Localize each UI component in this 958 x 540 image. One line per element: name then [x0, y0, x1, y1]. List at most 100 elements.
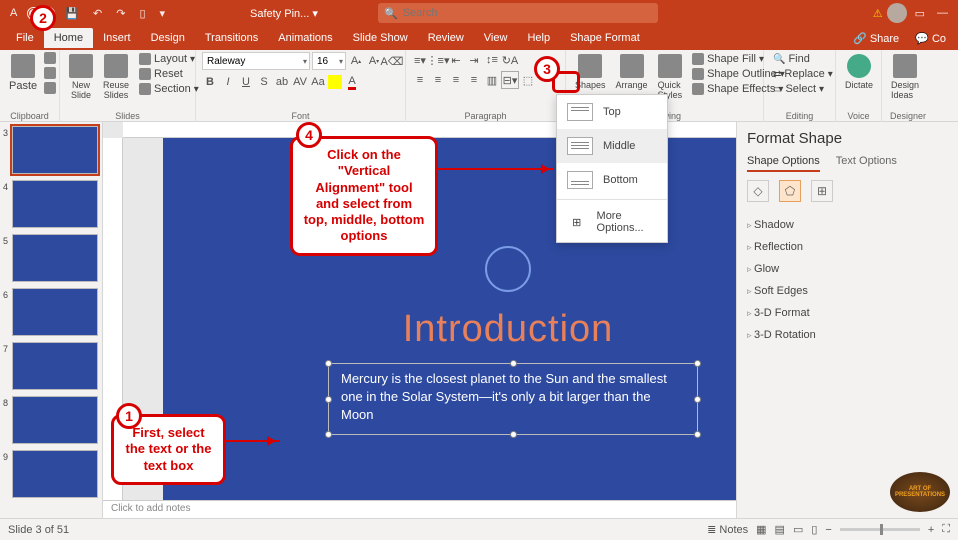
format-section-3-d-rotation[interactable]: 3-D Rotation: [747, 324, 948, 346]
font-family-combo[interactable]: Raleway: [202, 52, 310, 70]
present-icon[interactable]: ▯: [135, 5, 149, 22]
tab-review[interactable]: Review: [418, 28, 474, 48]
document-name[interactable]: Safety Pin... ▾: [250, 7, 318, 20]
find-button[interactable]: 🔍 Find: [770, 52, 836, 66]
align-right-button[interactable]: ≡: [448, 72, 464, 88]
redo-icon[interactable]: ↷: [112, 5, 129, 22]
format-section-glow[interactable]: Glow: [747, 258, 948, 280]
thumbnail-slide-9[interactable]: 9: [2, 450, 100, 498]
textbox-content[interactable]: Mercury is the closest planet to the Sun…: [329, 364, 697, 431]
undo-icon[interactable]: ↶: [89, 5, 106, 22]
align-bottom-option[interactable]: Bottom: [557, 163, 667, 197]
numbering-button[interactable]: ⋮≡▾: [430, 52, 446, 68]
notes-bar[interactable]: Click to add notes: [103, 500, 736, 518]
clear-format-icon[interactable]: A⌫: [384, 53, 400, 69]
align-middle-option[interactable]: Middle: [557, 129, 667, 163]
shape-options-tab[interactable]: Shape Options: [747, 155, 820, 172]
view-slideshow-icon[interactable]: ▯: [811, 523, 817, 536]
font-size-combo[interactable]: 16: [312, 52, 346, 70]
indent-left-button[interactable]: ⇤: [448, 52, 464, 68]
warning-icon[interactable]: ⚠: [873, 7, 883, 20]
shadow-button[interactable]: ab: [274, 74, 290, 90]
design-ideas-button[interactable]: Design Ideas: [888, 52, 922, 102]
format-section-3-d-format[interactable]: 3-D Format: [747, 302, 948, 324]
tab-animations[interactable]: Animations: [268, 28, 342, 48]
strike-button[interactable]: S: [256, 74, 272, 90]
vertical-align-button[interactable]: ⊟▾: [502, 72, 518, 88]
comments-button[interactable]: 💬 Co: [909, 28, 952, 49]
reset-button[interactable]: Reset: [136, 67, 202, 81]
format-section-shadow[interactable]: Shadow: [747, 214, 948, 236]
fit-window-button[interactable]: ⛶: [942, 523, 950, 536]
thumbnail-slide-7[interactable]: 7: [2, 342, 100, 390]
format-section-soft-edges[interactable]: Soft Edges: [747, 280, 948, 302]
tab-file[interactable]: File: [6, 28, 44, 48]
italic-button[interactable]: I: [220, 74, 236, 90]
selected-textbox[interactable]: Mercury is the closest planet to the Sun…: [328, 363, 698, 435]
size-props-icon[interactable]: ⊞: [811, 180, 833, 202]
search-input[interactable]: [403, 7, 652, 19]
thumbnail-slide-4[interactable]: 4: [2, 180, 100, 228]
slide-thumbnails[interactable]: 3 4 5 6 7 8 9: [0, 122, 103, 518]
highlight-button[interactable]: [328, 75, 342, 89]
align-left-button[interactable]: ≡: [412, 72, 428, 88]
align-center-button[interactable]: ≡: [430, 72, 446, 88]
view-normal-icon[interactable]: ▦: [756, 523, 766, 536]
view-reading-icon[interactable]: ▭: [793, 523, 803, 536]
select-button[interactable]: ▭ Select ▾: [770, 82, 836, 96]
thumbnail-slide-3[interactable]: 3: [2, 126, 100, 174]
thumbnail-slide-6[interactable]: 6: [2, 288, 100, 336]
layout-button[interactable]: Layout ▾: [136, 52, 202, 66]
line-spacing-button[interactable]: ↕≡: [484, 52, 500, 68]
thumbnail-slide-5[interactable]: 5: [2, 234, 100, 282]
underline-button[interactable]: U: [238, 74, 254, 90]
new-slide-button[interactable]: New Slide: [66, 52, 96, 102]
section-button[interactable]: Section ▾: [136, 82, 202, 96]
tab-shape-format[interactable]: Shape Format: [560, 28, 650, 48]
zoom-in-button[interactable]: +: [928, 524, 934, 536]
cut-icon[interactable]: [44, 52, 56, 64]
font-color-button[interactable]: A: [344, 74, 360, 90]
fill-line-icon[interactable]: ◇: [747, 180, 769, 202]
minimize-icon[interactable]: —: [933, 5, 952, 21]
save-icon[interactable]: 💾: [61, 5, 83, 22]
dictate-button[interactable]: Dictate: [842, 52, 876, 92]
user-avatar[interactable]: [887, 3, 907, 23]
tab-design[interactable]: Design: [141, 28, 195, 48]
autosave-toggle[interactable]: A: [6, 5, 21, 21]
grow-font-icon[interactable]: A▴: [348, 53, 364, 69]
columns-button[interactable]: ▥: [484, 72, 500, 88]
tab-insert[interactable]: Insert: [93, 28, 141, 48]
arrange-button[interactable]: Arrange: [613, 52, 651, 92]
search-box[interactable]: 🔍: [378, 3, 658, 23]
copy-icon[interactable]: [44, 67, 56, 79]
ribbon-options-icon[interactable]: ▭: [911, 5, 929, 22]
slide-title[interactable]: Introduction: [163, 308, 736, 351]
tab-home[interactable]: Home: [44, 28, 93, 48]
paste-button[interactable]: Paste: [6, 52, 40, 94]
format-section-reflection[interactable]: Reflection: [747, 236, 948, 258]
tab-slideshow[interactable]: Slide Show: [343, 28, 418, 48]
notes-toggle[interactable]: ≣ Notes: [707, 523, 748, 536]
indent-right-button[interactable]: ⇥: [466, 52, 482, 68]
align-more-options[interactable]: ⊞More Options...: [557, 202, 667, 242]
zoom-out-button[interactable]: −: [825, 524, 831, 536]
reuse-slides-button[interactable]: Reuse Slides: [100, 52, 132, 102]
align-top-option[interactable]: Top: [557, 95, 667, 129]
thumbnail-slide-8[interactable]: 8: [2, 396, 100, 444]
spacing-button[interactable]: AV: [292, 74, 308, 90]
tab-transitions[interactable]: Transitions: [195, 28, 268, 48]
tab-help[interactable]: Help: [517, 28, 560, 48]
text-direction-button[interactable]: ↻A: [502, 52, 518, 68]
tab-view[interactable]: View: [474, 28, 518, 48]
smartart-button[interactable]: ⬚: [520, 72, 536, 88]
effects-icon[interactable]: ⬠: [779, 180, 801, 202]
zoom-slider[interactable]: [840, 528, 920, 531]
text-options-tab[interactable]: Text Options: [836, 155, 897, 172]
share-button[interactable]: 🔗 Share: [847, 28, 905, 49]
bold-button[interactable]: B: [202, 74, 218, 90]
case-button[interactable]: Aa: [310, 74, 326, 90]
view-sorter-icon[interactable]: ▤: [775, 523, 785, 536]
format-painter-icon[interactable]: [44, 82, 56, 94]
replace-button[interactable]: ⇄ Replace ▾: [770, 67, 836, 81]
